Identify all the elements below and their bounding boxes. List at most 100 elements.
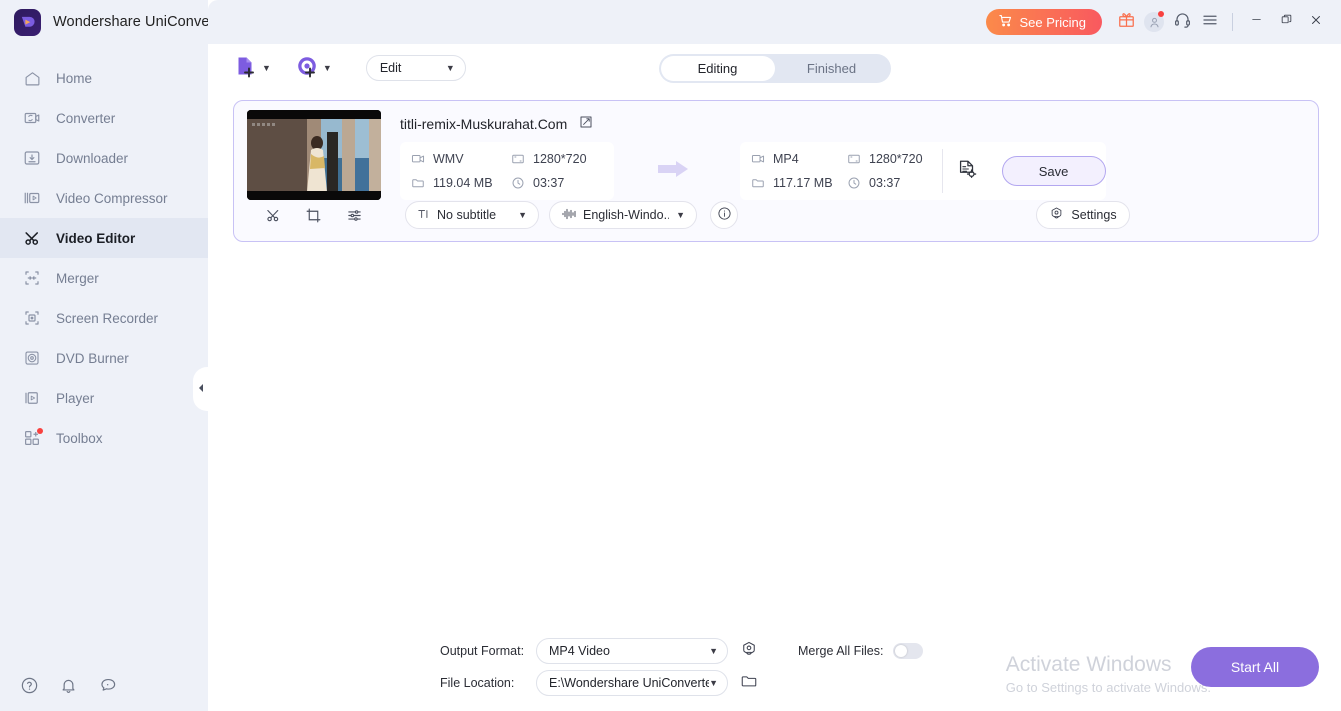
file-location-value: E:\Wondershare UniConverter — [549, 676, 710, 690]
video-thumbnail[interactable] — [247, 110, 381, 200]
feedback-icon[interactable] — [98, 676, 117, 695]
output-resolution-value: 1280*720 — [869, 152, 923, 166]
subtitle-select[interactable]: No subtitle ▼ — [405, 201, 539, 229]
sidebar-item-label: Downloader — [56, 150, 129, 166]
support-button[interactable] — [1168, 8, 1196, 36]
restore-button[interactable] — [1271, 7, 1301, 37]
video-compressor-icon — [22, 188, 42, 208]
chevron-left-icon — [197, 380, 205, 398]
source-size: 119.04 MB — [411, 176, 507, 190]
add-file-button[interactable]: ▼ — [234, 54, 271, 83]
sidebar-bottom-actions — [0, 659, 208, 711]
chevron-down-icon: ▼ — [445, 62, 455, 73]
output-format-label: Output Format: — [440, 644, 525, 658]
file-settings-icon — [956, 158, 978, 185]
edit-mode-select[interactable]: Edit ▼ — [365, 55, 466, 81]
file-location-select[interactable]: E:\Wondershare UniConverter ▼ — [536, 670, 728, 696]
resolution-icon — [511, 152, 525, 166]
clock-icon — [511, 176, 525, 190]
video-format-icon — [411, 152, 425, 166]
sidebar-item-label: Converter — [56, 110, 116, 126]
close-button[interactable] — [1301, 7, 1331, 37]
notification-bell-icon[interactable] — [59, 676, 78, 695]
output-duration-value: 03:37 — [869, 176, 901, 190]
start-all-button[interactable]: Start All — [1191, 647, 1319, 687]
sidebar-item-home[interactable]: Home — [0, 58, 208, 98]
toolbox-icon — [22, 428, 43, 448]
app-brand: Wondershare UniConverter — [0, 0, 232, 44]
sidebar-item-video-compressor[interactable]: Video Compressor — [0, 178, 208, 218]
minimize-button[interactable] — [1241, 7, 1271, 37]
sidebar-item-toolbox[interactable]: Toolbox — [0, 418, 208, 458]
close-icon — [1309, 13, 1323, 32]
account-notification-dot — [1158, 11, 1164, 17]
output-format: MP4 — [751, 152, 843, 166]
output-settings-button[interactable] — [947, 151, 987, 191]
format-settings-icon — [740, 640, 758, 663]
output-duration: 03:37 — [847, 176, 923, 190]
tab-finished[interactable]: Finished — [775, 56, 889, 81]
rename-button[interactable] — [578, 114, 594, 135]
toggle-knob — [895, 645, 908, 657]
sidebar-item-player[interactable]: Player — [0, 378, 208, 418]
folder-icon — [751, 176, 765, 190]
sidebar-item-label: Toolbox — [56, 430, 103, 446]
save-button[interactable]: Save — [1001, 156, 1106, 186]
sidebar-item-video-editor[interactable]: Video Editor — [0, 218, 208, 258]
sidebar-item-merger[interactable]: Merger — [0, 258, 208, 298]
output-format-select[interactable]: MP4 Video ▼ — [536, 638, 728, 664]
video-format-icon — [751, 152, 765, 166]
output-resolution: 1280*720 — [847, 152, 923, 166]
conversion-arrow — [614, 157, 740, 186]
chevron-down-icon: ▼ — [262, 62, 271, 73]
gift-button[interactable] — [1112, 8, 1140, 36]
folder-open-icon — [740, 672, 758, 695]
sidebar-nav: Home Converter Downloader Video Compress… — [0, 58, 208, 458]
merge-all-files-label: Merge All Files: — [798, 644, 884, 658]
video-editor-scissors-icon — [22, 228, 42, 248]
tab-editing[interactable]: Editing — [660, 55, 775, 81]
sidebar-collapse-button[interactable] — [193, 367, 209, 411]
sidebar-item-downloader[interactable]: Downloader — [0, 138, 208, 178]
audio-track-select[interactable]: English-Windo... ▼ — [549, 201, 697, 229]
sidebar-item-screen-recorder[interactable]: Screen Recorder — [0, 298, 208, 338]
source-size-value: 119.04 MB — [433, 176, 493, 190]
media-info-button[interactable] — [710, 201, 738, 229]
account-button[interactable] — [1140, 8, 1168, 36]
browse-folder-button[interactable] — [738, 672, 760, 694]
source-format-value: WMV — [433, 152, 464, 166]
file-list-area: titli-remix-Muskurahat.Com WMV 1280*720 … — [208, 92, 1341, 635]
main-area: See Pricing ▼ ▼ Edit ▼ Editing Finished … — [208, 0, 1341, 711]
add-media-button[interactable]: ▼ — [295, 54, 332, 83]
chevron-down-icon: ▼ — [709, 645, 718, 656]
see-pricing-button[interactable]: See Pricing — [985, 9, 1102, 35]
source-resolution: 1280*720 — [511, 152, 614, 166]
card-bottom-controls: No subtitle ▼ English-Windo... ▼ Setting… — [247, 195, 1310, 235]
help-icon[interactable] — [20, 676, 39, 695]
source-duration: 03:37 — [511, 176, 614, 190]
headset-icon — [1173, 10, 1192, 34]
info-circle-icon — [717, 206, 732, 224]
source-duration-value: 03:37 — [533, 176, 565, 190]
see-pricing-label: See Pricing — [1019, 14, 1086, 30]
sidebar-item-converter[interactable]: Converter — [0, 98, 208, 138]
sidebar-item-label: Video Editor — [56, 230, 136, 246]
add-file-icon — [234, 54, 258, 83]
hamburger-menu-icon — [1201, 11, 1219, 34]
sidebar-item-label: Screen Recorder — [56, 310, 159, 326]
titlebar-divider — [1232, 13, 1233, 31]
screen-recorder-icon — [22, 308, 42, 328]
card-settings-label: Settings — [1071, 208, 1117, 222]
resolution-icon — [847, 152, 861, 166]
output-size: 117.17 MB — [751, 176, 843, 190]
app-menu-button[interactable] — [1196, 8, 1224, 36]
sidebar-item-dvd-burner[interactable]: DVD Burner — [0, 338, 208, 378]
card-settings-button[interactable]: Settings — [1036, 201, 1130, 229]
chevron-down-icon: ▼ — [676, 209, 685, 220]
output-format-settings-button[interactable] — [738, 640, 760, 662]
folder-icon — [411, 176, 425, 190]
restore-icon — [1280, 13, 1293, 31]
merge-all-files-toggle[interactable] — [893, 643, 924, 659]
converter-icon — [22, 108, 42, 128]
home-icon — [22, 68, 42, 88]
